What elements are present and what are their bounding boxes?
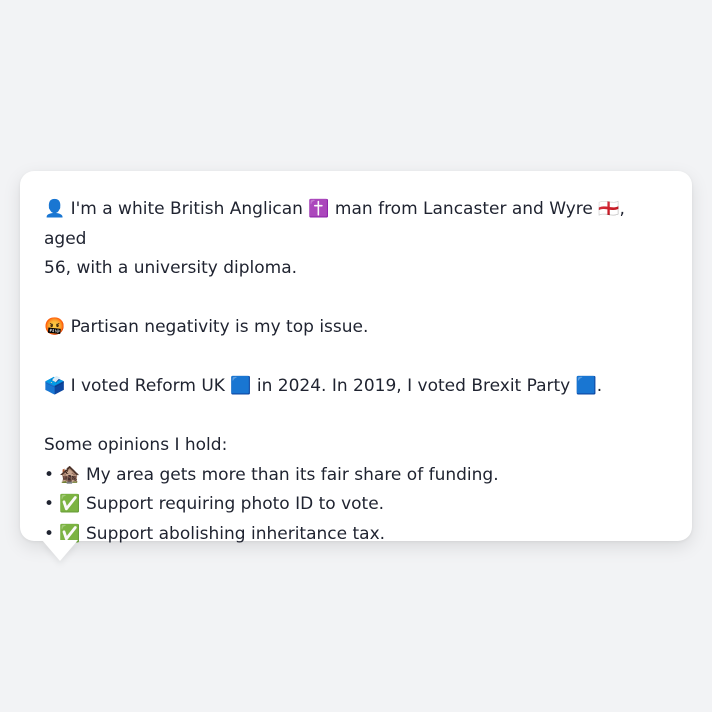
opinion-item: • ✅ Support abolishing inheritance tax. xyxy=(44,523,386,544)
bubble-tail xyxy=(42,540,78,561)
intro-line-2: 56, with a university diploma. xyxy=(44,258,298,278)
top-issue-line: 🤬 Partisan negativity is my top issue. xyxy=(44,317,369,337)
opinion-item: • 🏚️ My area gets more than its fair sha… xyxy=(44,464,499,485)
intro-line-1: 👤 I'm a white British Anglican ✝️ man fr… xyxy=(44,199,631,249)
opinions-heading: Some opinions I hold: xyxy=(44,435,228,455)
voting-history-line: 🗳️ I voted Reform UK 🟦 in 2024. In 2019,… xyxy=(44,376,603,396)
opinion-item: • ✅ Support requiring photo ID to vote. xyxy=(44,494,385,514)
persona-message-bubble: 👤 I'm a white British Anglican ✝️ man fr… xyxy=(20,171,692,544)
